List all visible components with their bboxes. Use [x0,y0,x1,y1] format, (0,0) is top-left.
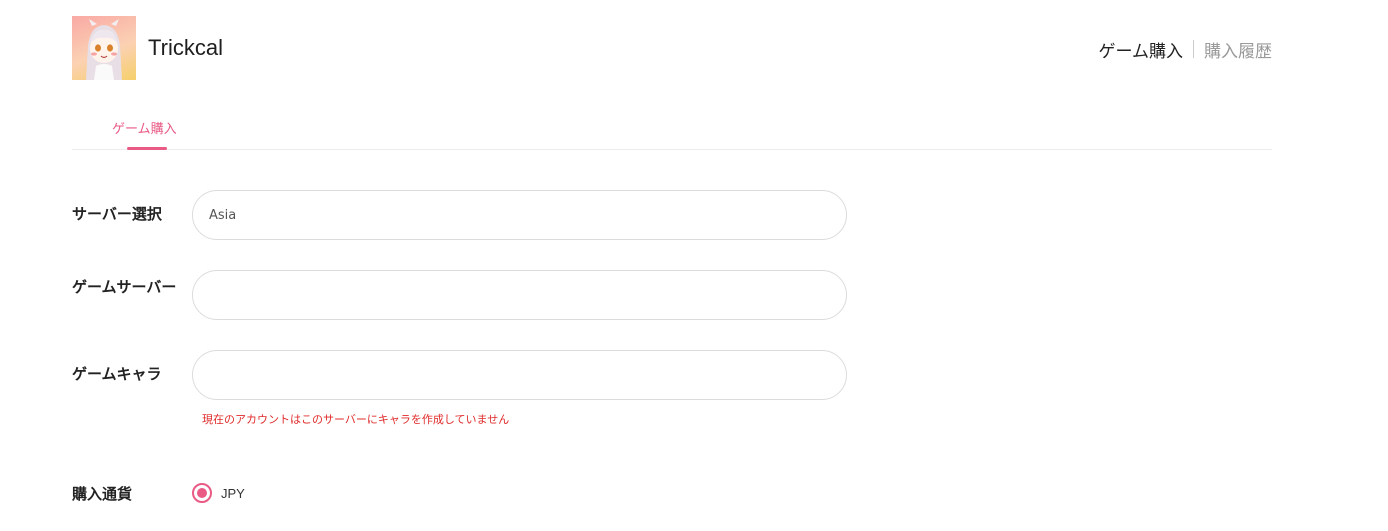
character-avatar-icon [86,19,122,80]
page: Trickcal ゲーム購入 購入履歴 ゲーム購入 サーバー選択 Asia ゲー… [0,0,1388,531]
game-character-field[interactable] [192,350,847,400]
game-server-label: ゲームサーバー [72,278,177,296]
game-server-field[interactable] [192,270,847,320]
header: Trickcal ゲーム購入 購入履歴 [72,16,1272,82]
tab-game-purchase[interactable]: ゲーム購入 [112,118,177,137]
server-select-value: Asia [209,207,237,223]
server-select-label: サーバー選択 [72,205,162,223]
server-select-field[interactable]: Asia [192,190,847,240]
character-error-message: 現在のアカウントはこのサーバーにキャラを作成していません [202,413,510,426]
nav-game-purchase-link[interactable]: ゲーム購入 [1099,37,1184,62]
currency-option-label: JPY [221,485,245,501]
radio-button[interactable] [192,483,212,503]
app-logo [72,16,136,80]
tab-active-indicator [127,147,167,150]
top-nav: ゲーム購入 購入履歴 [1099,36,1272,62]
game-character-label: ゲームキャラ [72,365,162,383]
currency-label: 購入通貨 [72,485,133,503]
nav-purchase-history-link[interactable]: 購入履歴 [1204,37,1272,62]
currency-option-jpy[interactable]: JPY [192,483,245,503]
nav-divider [1193,40,1194,58]
tab-bar: ゲーム購入 [72,106,1272,150]
radio-selected-dot [197,488,207,498]
app-title: Trickcal [148,35,223,60]
